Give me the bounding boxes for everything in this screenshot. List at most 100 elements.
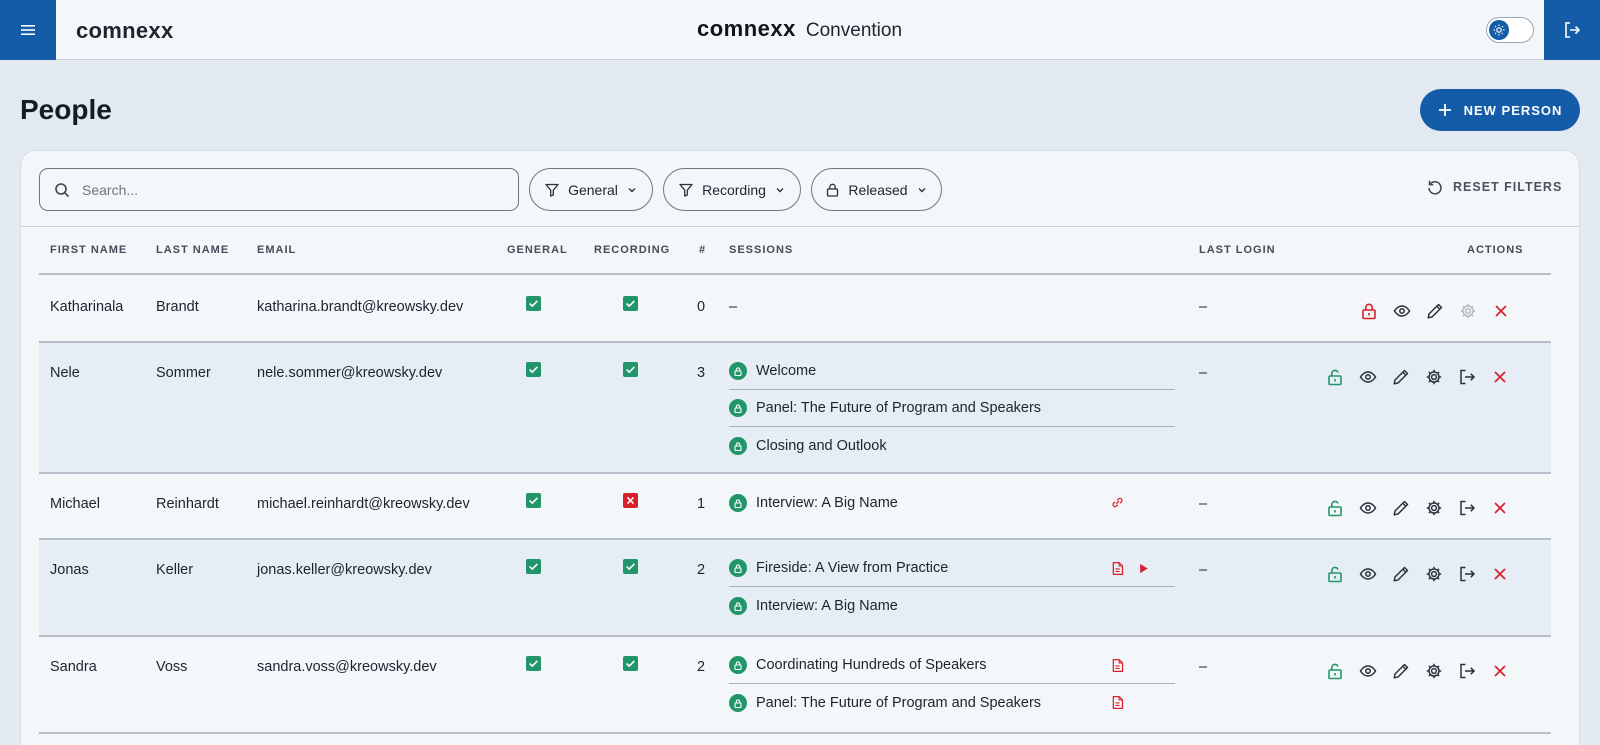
pencil-button[interactable]: [1392, 368, 1410, 386]
link-button[interactable]: [1109, 494, 1125, 510]
general-checkbox[interactable]: [526, 559, 541, 574]
pencil-icon: [1393, 369, 1409, 385]
gear-button[interactable]: [1425, 662, 1443, 680]
login-as-button[interactable]: [1458, 565, 1476, 583]
delete-button[interactable]: [1491, 662, 1509, 680]
gear-button[interactable]: [1425, 565, 1443, 583]
lock-open-button[interactable]: [1326, 662, 1344, 680]
eye-button[interactable]: [1359, 662, 1377, 680]
last-login-cell: –: [1199, 299, 1208, 315]
login-as-button[interactable]: [1458, 368, 1476, 386]
logout-button[interactable]: [1544, 0, 1600, 60]
session-media-icons: [1109, 657, 1125, 673]
menu-button[interactable]: [0, 0, 56, 60]
search-icon: [55, 182, 70, 197]
app-brand[interactable]: comnexx: [76, 18, 173, 44]
document-button[interactable]: [1109, 694, 1125, 710]
col-recording[interactable]: RECORDING: [594, 244, 670, 256]
delete-button[interactable]: [1491, 565, 1509, 583]
document-icon: [1112, 658, 1123, 672]
general-filter-label: General: [568, 181, 618, 198]
session-item[interactable]: Panel: The Future of Program and Speaker…: [729, 684, 1175, 721]
col-email[interactable]: EMAIL: [257, 244, 296, 256]
search-input[interactable]: [82, 181, 482, 198]
reset-filters-button[interactable]: RESET FILTERS: [1427, 179, 1562, 195]
delete-button[interactable]: [1492, 302, 1510, 320]
session-item[interactable]: Panel: The Future of Program and Speaker…: [729, 390, 1175, 427]
pencil-icon: [1393, 663, 1409, 679]
last-name-cell: Reinhardt: [156, 496, 219, 512]
col-count[interactable]: #: [699, 244, 706, 256]
chevron-down-icon: [628, 187, 636, 192]
login-as-button[interactable]: [1458, 662, 1476, 680]
recording-checkbox[interactable]: [623, 362, 638, 377]
comnexx-logo: comnexx: [697, 16, 796, 41]
lock-open-icon: [1328, 663, 1342, 680]
document-button[interactable]: [1109, 560, 1125, 576]
recording-checkbox[interactable]: [623, 493, 638, 508]
delete-icon: [1494, 371, 1506, 383]
session-item[interactable]: Interview: A Big Name: [729, 587, 1175, 624]
pencil-button[interactable]: [1392, 662, 1410, 680]
pencil-button[interactable]: [1392, 565, 1410, 583]
session-item[interactable]: Coordinating Hundreds of Speakers: [729, 647, 1175, 684]
play-button[interactable]: [1135, 560, 1151, 576]
delete-icon: [1494, 502, 1506, 514]
session-media-icons: [1109, 694, 1125, 710]
general-checkbox[interactable]: [526, 493, 541, 508]
lock-closed-button[interactable]: [1360, 302, 1378, 320]
login-as-button[interactable]: [1458, 499, 1476, 517]
pencil-button[interactable]: [1392, 499, 1410, 517]
col-first-name[interactable]: FIRST NAME: [50, 244, 127, 256]
released-filter-label: Released: [848, 181, 908, 198]
recording-filter[interactable]: Recording: [663, 168, 801, 211]
lock-small-icon: [734, 404, 742, 414]
recording-checkbox[interactable]: [623, 656, 638, 671]
eye-button[interactable]: [1359, 368, 1377, 386]
lock-open-button[interactable]: [1326, 368, 1344, 386]
pencil-icon: [1393, 566, 1409, 582]
released-filter[interactable]: Released: [811, 168, 942, 211]
x-mark-icon: [626, 496, 635, 505]
col-general[interactable]: GENERAL: [507, 244, 568, 256]
gear-button[interactable]: [1425, 499, 1443, 517]
general-filter[interactable]: General: [529, 168, 653, 211]
row-actions: [1360, 302, 1510, 320]
col-last-login[interactable]: LAST LOGIN: [1199, 244, 1276, 256]
eye-button[interactable]: [1359, 499, 1377, 517]
col-last-name[interactable]: LAST NAME: [156, 244, 229, 256]
table-row: Katharinala Brandt katharina.brandt@kreows…: [39, 277, 1551, 343]
delete-button[interactable]: [1491, 499, 1509, 517]
session-item[interactable]: Fireside: A View from Practice: [729, 550, 1175, 587]
eye-button[interactable]: [1393, 302, 1411, 320]
email-cell: michael.reinhardt@kreowsky.dev: [257, 496, 470, 512]
lock-open-icon: [1328, 369, 1342, 386]
session-item[interactable]: Interview: A Big Name: [729, 484, 1175, 521]
people-card: General Recording Released RESET FILTERS…: [20, 150, 1580, 745]
document-button[interactable]: [1109, 657, 1125, 673]
general-checkbox[interactable]: [526, 296, 541, 311]
recording-checkbox[interactable]: [623, 559, 638, 574]
theme-toggle[interactable]: [1486, 17, 1534, 43]
session-label: Panel: The Future of Program and Speaker…: [756, 694, 1042, 711]
pencil-button[interactable]: [1426, 302, 1444, 320]
lock-closed-icon: [1362, 303, 1376, 320]
new-person-button[interactable]: NEW PERSON: [1420, 89, 1580, 131]
delete-button[interactable]: [1491, 368, 1509, 386]
gear-button[interactable]: [1425, 368, 1443, 386]
eye-button[interactable]: [1359, 565, 1377, 583]
general-checkbox[interactable]: [526, 362, 541, 377]
no-sessions-cell: –: [729, 299, 738, 315]
recording-checkbox[interactable]: [623, 296, 638, 311]
lock-open-button[interactable]: [1326, 499, 1344, 517]
check-icon: [529, 563, 538, 571]
search-box[interactable]: [39, 168, 519, 211]
lock-open-button[interactable]: [1326, 565, 1344, 583]
session-item[interactable]: Closing and Outlook: [729, 427, 1175, 464]
last-name-cell: Keller: [156, 562, 194, 578]
last-name-cell: Brandt: [156, 299, 199, 315]
row-actions: [1326, 499, 1509, 517]
general-checkbox[interactable]: [526, 656, 541, 671]
lock-open-icon: [1328, 566, 1342, 583]
session-item[interactable]: Welcome: [729, 353, 1175, 390]
